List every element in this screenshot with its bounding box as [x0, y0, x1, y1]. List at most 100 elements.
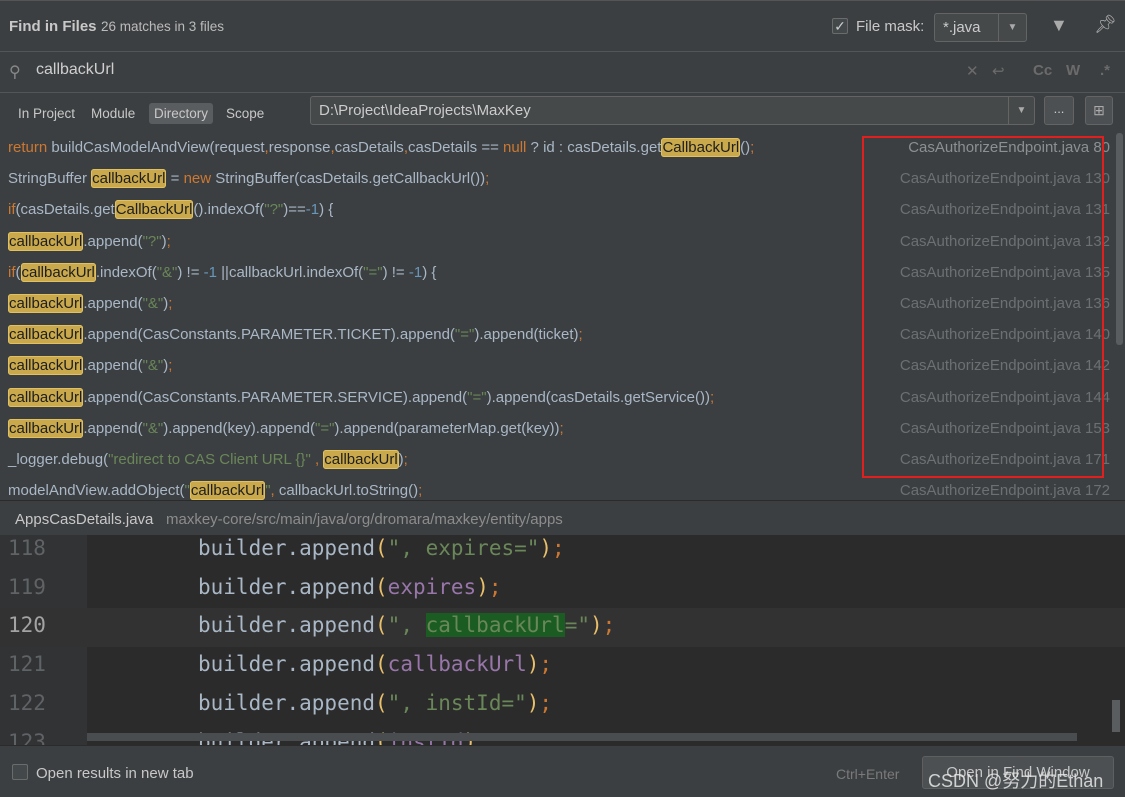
- code-token: ,: [310, 451, 320, 468]
- code-token: ;: [488, 574, 502, 599]
- open-in-new-tab-label: Open results in new tab: [36, 765, 194, 782]
- code-token: expires: [387, 574, 477, 599]
- match-highlight: callbackUrl: [91, 169, 167, 189]
- match-highlight: callbackUrl: [8, 294, 84, 313]
- code-token: modelAndView.addObject(: [8, 482, 185, 500]
- code-token: (): [740, 139, 751, 156]
- result-code: callbackUrl.append("&");: [8, 294, 172, 313]
- code-token: StringBuffer(casDetails.getCallbackUrl()…: [211, 170, 486, 188]
- code-token: ).append(casDetails.getService()): [486, 388, 711, 406]
- editor-line: 120 builder.append(", callbackUrl=");: [0, 608, 1125, 648]
- result-row[interactable]: modelAndView.addObject("callbackUrl", ca…: [0, 476, 1114, 500]
- dialog-title: Find in Files: [9, 18, 97, 35]
- code-token: .append(: [83, 419, 143, 437]
- code-token: if: [8, 263, 16, 281]
- match-highlight: callbackUrl: [8, 418, 84, 438]
- code-token: .append(CasConstants.PARAMETER.TICKET).a…: [83, 326, 455, 344]
- code-token: -1: [305, 201, 320, 219]
- code-token: ) {: [319, 201, 334, 219]
- code-token: .append(CasConstants.PARAMETER.SERVICE).…: [83, 388, 468, 406]
- result-code: callbackUrl.append(CasConstants.PARAMETE…: [8, 325, 583, 345]
- preview-file-path: maxkey-core/src/main/java/org/dromara/ma…: [166, 511, 563, 528]
- watermark: CSDN @努力的Ethan: [928, 771, 1104, 791]
- tab-scope[interactable]: Scope: [221, 103, 269, 124]
- code-token: null: [503, 139, 527, 156]
- code-token: new: [183, 170, 212, 188]
- code-token: ().indexOf(: [193, 201, 265, 219]
- code-token: "&": [142, 419, 164, 437]
- code-token: builder.append: [198, 613, 376, 638]
- file-mask-dropdown[interactable]: *.java ▼: [934, 13, 1027, 42]
- open-in-new-tab-checkbox[interactable]: [12, 764, 28, 780]
- match-highlight: callbackUrl: [8, 231, 84, 251]
- line-code: builder.append(", callbackUrl=");: [198, 613, 616, 638]
- code-token: -1: [203, 263, 217, 281]
- filter-icon[interactable]: ▼: [1050, 15, 1068, 36]
- line-number: 120: [8, 613, 46, 638]
- code-token: ||callbackUrl.indexOf(: [216, 263, 364, 281]
- code-token: (: [15, 263, 21, 281]
- whole-words-toggle[interactable]: W: [1066, 62, 1080, 79]
- line-number: 121: [8, 652, 46, 677]
- match-highlight: callbackUrl: [8, 387, 84, 407]
- code-token: ;: [485, 170, 490, 188]
- line-number: 122: [8, 690, 46, 715]
- browse-button[interactable]: ...: [1044, 96, 1074, 125]
- code-token: builder.append: [198, 574, 376, 599]
- code-token: ) {: [422, 263, 437, 281]
- code-token: buildCasModelAndView(request: [47, 139, 265, 156]
- line-code: builder.append(callbackUrl);: [198, 652, 552, 676]
- code-token: .append(: [83, 357, 143, 375]
- tab-directory[interactable]: Directory: [149, 103, 214, 124]
- code-token: ;: [418, 482, 423, 500]
- code-token: ;: [602, 613, 616, 638]
- tab-module[interactable]: Module: [86, 103, 140, 124]
- code-token: builder.append: [198, 690, 376, 715]
- code-preview[interactable]: 118 builder.append(", expires="); 119 build…: [0, 535, 1125, 745]
- search-input[interactable]: [36, 61, 936, 79]
- code-token: .append(: [83, 295, 143, 312]
- search-icon[interactable]: ⚲: [9, 62, 21, 82]
- code-token: "=": [467, 388, 487, 406]
- horizontal-scrollbar[interactable]: [87, 733, 1077, 741]
- match-highlight: callbackUrl: [8, 356, 84, 376]
- tab-in-project[interactable]: In Project: [13, 103, 80, 124]
- line-number: 123: [8, 729, 46, 746]
- newline-icon[interactable]: ↩: [992, 62, 1005, 80]
- search-row: ⚲ ✕ ↩ Cc W .*: [0, 52, 1125, 93]
- directory-path: D:\Project\IdeaProjects\MaxKey: [319, 102, 531, 119]
- scrollbar-thumb[interactable]: [1116, 133, 1123, 345]
- code-token: casDetails: [334, 139, 404, 156]
- code-token: ",: [387, 613, 426, 638]
- code-token: ;: [403, 451, 408, 468]
- line-code: builder.append(expires);: [198, 575, 502, 599]
- directory-dropdown[interactable]: D:\Project\IdeaProjects\MaxKey ▼: [310, 96, 1035, 125]
- code-token: =: [166, 170, 184, 188]
- preview-file-name: AppsCasDetails.java: [15, 511, 154, 528]
- code-token: -1: [408, 263, 423, 281]
- code-token: ): [539, 536, 553, 560]
- line-code: builder.append(", expires=");: [198, 536, 565, 560]
- code-token: "=": [315, 419, 335, 437]
- pin-icon[interactable]: 📌︎: [1094, 14, 1117, 35]
- match-highlight: callbackUrl: [323, 450, 399, 469]
- chevron-down-icon[interactable]: ▼: [1008, 97, 1034, 124]
- recursive-tree-icon[interactable]: ⊞: [1085, 96, 1113, 125]
- chevron-down-icon[interactable]: ▼: [998, 14, 1026, 41]
- code-token: .append(: [83, 232, 143, 250]
- code-token: StringBuffer: [8, 170, 92, 188]
- code-token: (: [375, 536, 388, 560]
- code-token: ).append(ticket): [474, 326, 579, 344]
- clear-icon[interactable]: ✕: [966, 62, 979, 80]
- editor-line: 119 builder.append(expires);: [0, 570, 1125, 609]
- file-mask-checkbox[interactable]: ✓: [832, 18, 848, 34]
- regex-toggle[interactable]: .*: [1100, 62, 1110, 79]
- editor-line: 122 builder.append(", instId=");: [0, 686, 1125, 725]
- match-case-toggle[interactable]: Cc: [1033, 62, 1052, 79]
- results-scrollbar[interactable]: [1114, 133, 1125, 500]
- code-token: ): [526, 690, 540, 715]
- preview-header: AppsCasDetails.java maxkey-core/src/main…: [0, 500, 1125, 535]
- match-highlight: CallbackUrl: [114, 200, 194, 220]
- match-highlight: callbackUrl: [8, 325, 84, 345]
- vertical-scrollbar-thumb[interactable]: [1112, 700, 1120, 732]
